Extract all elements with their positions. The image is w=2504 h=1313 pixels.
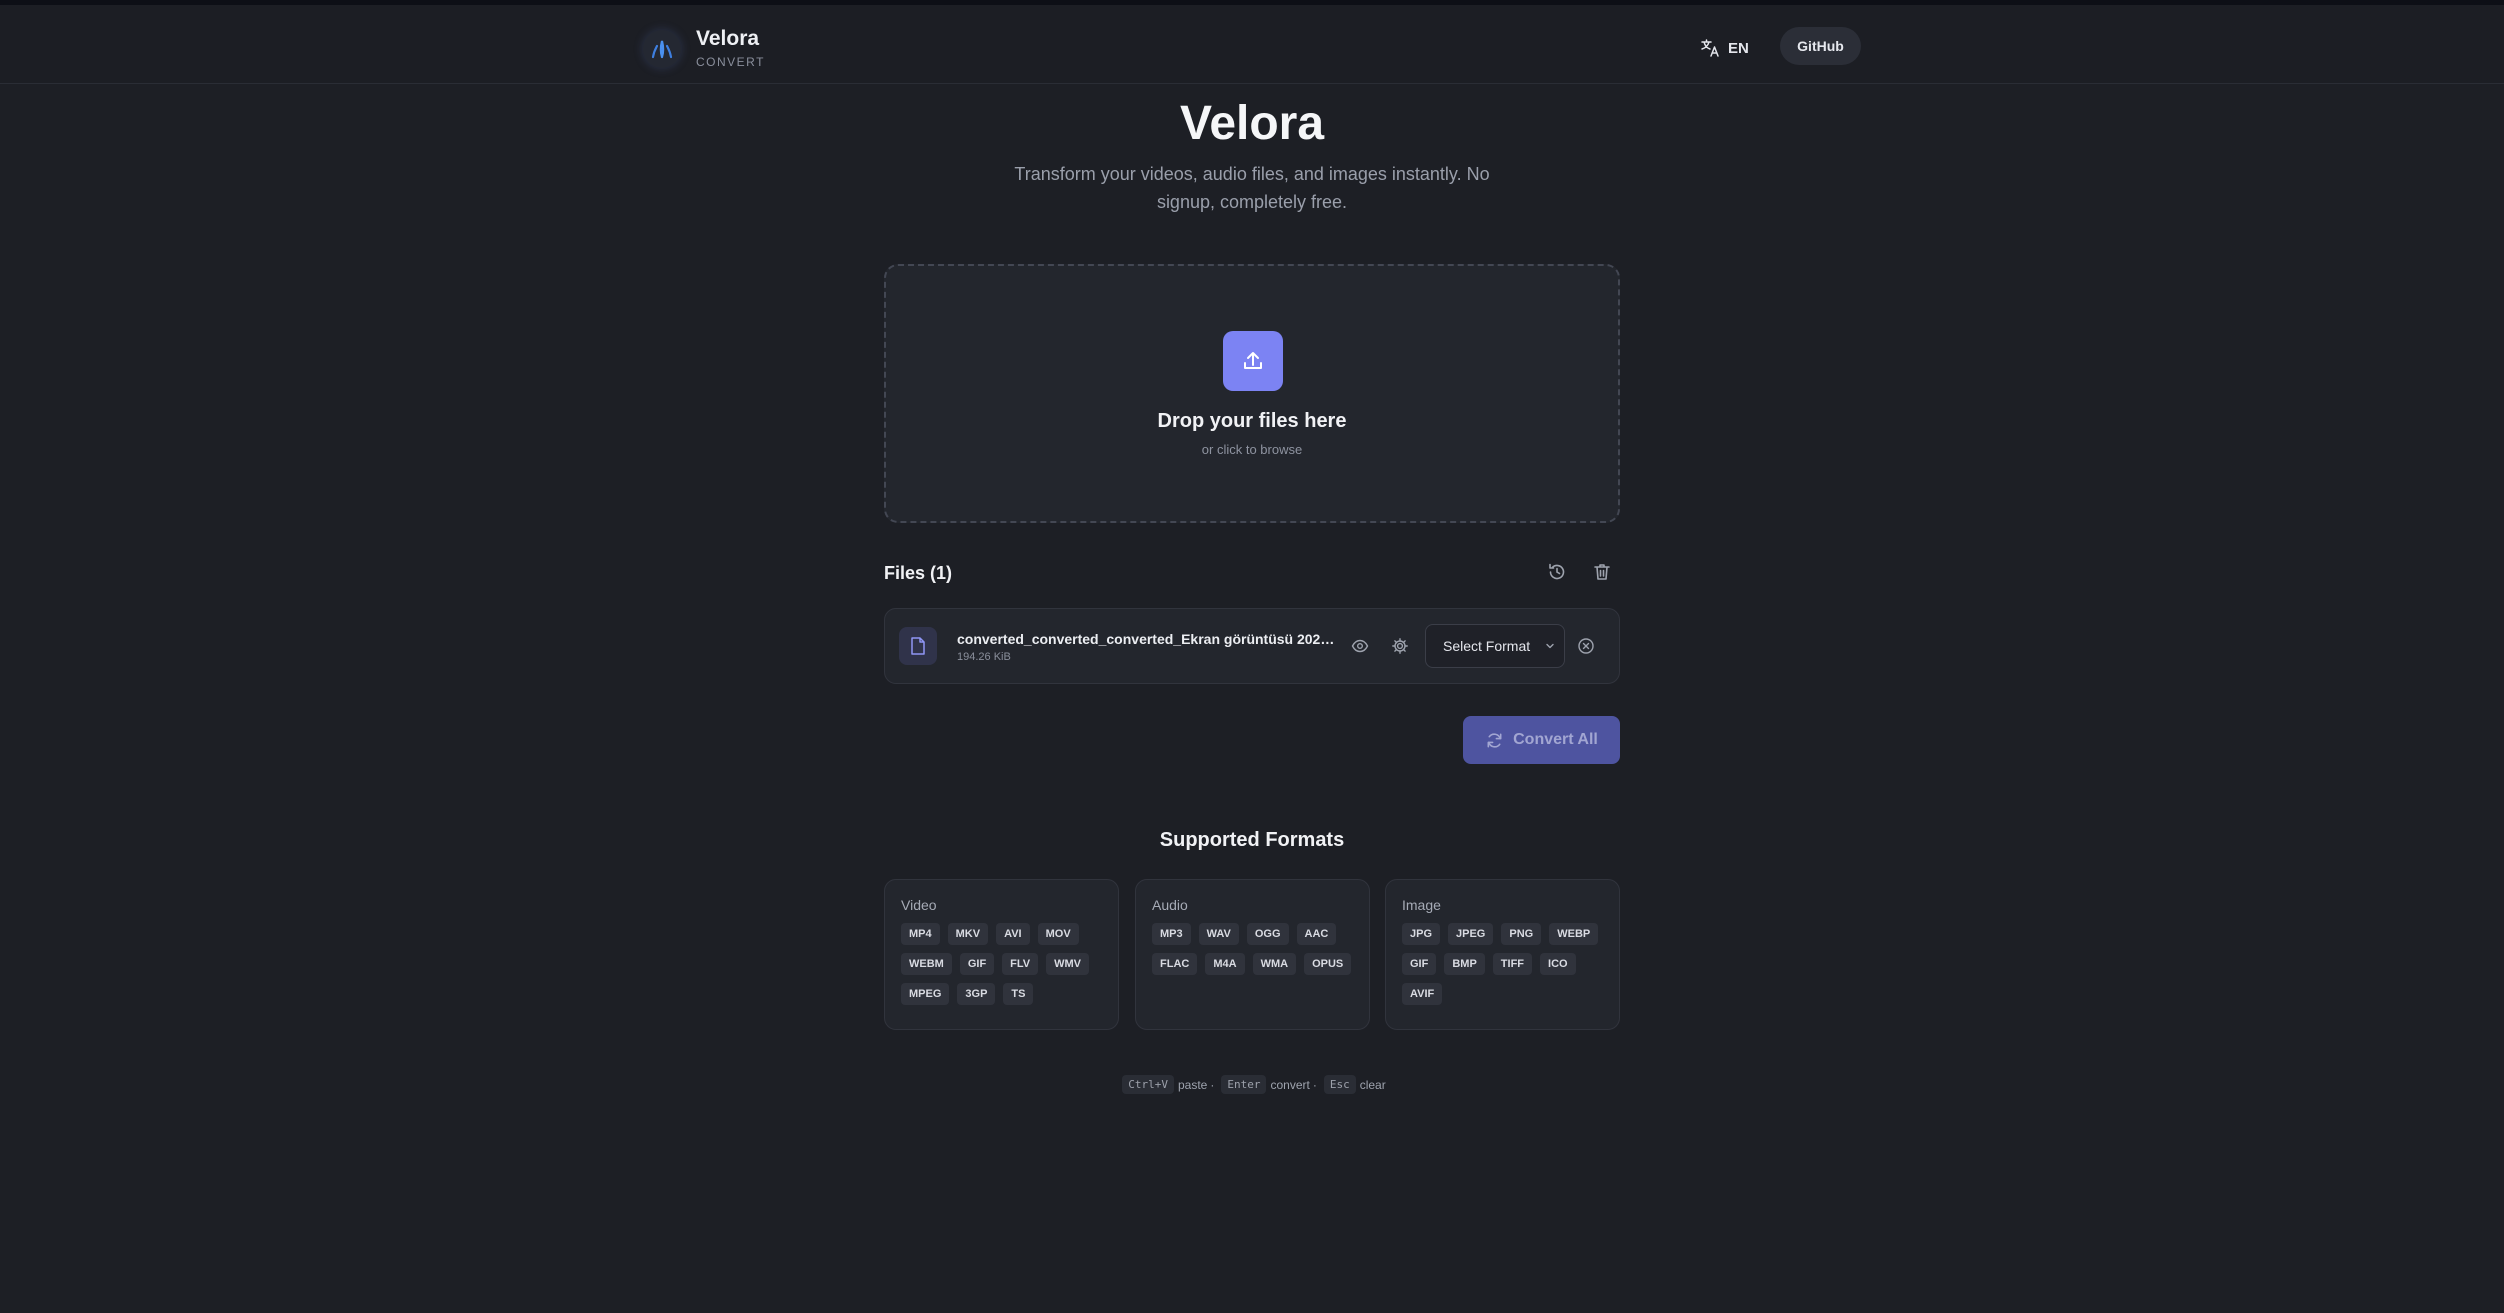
shortcut-action: clear: [1359, 1077, 1386, 1092]
format-tag: JPEG: [1448, 923, 1494, 945]
file-dropzone[interactable]: Drop your files here or click to browse: [884, 264, 1620, 523]
shortcut-separator: ·: [1312, 1077, 1317, 1092]
shortcut-key: Esc: [1323, 1075, 1356, 1094]
page-title: Velora: [1179, 97, 1325, 150]
translate-icon: [1701, 39, 1719, 57]
format-card-audio: Audio MP3 WAV OGG AAC FLAC M4A WMA OPUS: [1135, 879, 1370, 1030]
format-tag: JPG: [1402, 923, 1441, 945]
format-category-label: Audio: [1152, 897, 1188, 913]
keyboard-shortcuts: Ctrl+V paste · Enter convert · Esc clear: [0, 1075, 2504, 1094]
shortcut-key: Enter: [1221, 1075, 1267, 1094]
dropzone-subtitle: or click to browse: [1201, 442, 1303, 457]
format-category-label: Video: [901, 897, 937, 913]
format-tag: WMA: [1252, 953, 1297, 975]
format-tag: OGG: [1246, 923, 1289, 945]
format-select[interactable]: Select Format: [1425, 624, 1565, 668]
format-tag: WMV: [1046, 953, 1090, 975]
format-tag-list: MP3 WAV OGG AAC FLAC M4A WMA OPUS: [1152, 923, 1353, 975]
format-tag: GIF: [959, 953, 995, 975]
format-tag: ICO: [1540, 953, 1576, 975]
format-tag: AVIF: [1402, 983, 1443, 1005]
file-list-item: converted_converted_converted_Ekran görü…: [884, 608, 1620, 684]
language-label: EN: [1728, 39, 1749, 57]
dropzone-title: Drop your files here: [1157, 410, 1347, 432]
files-heading: Files (1): [884, 563, 953, 583]
brand[interactable]: Velora CONVERT: [696, 27, 765, 69]
format-tag: MKV: [947, 923, 989, 945]
file-size: 194.26 KiB: [957, 651, 1011, 663]
format-card-image: Image JPG JPEG PNG WEBP GIF BMP TIFF ICO AVIF: [1385, 879, 1620, 1030]
format-tag: WEBP: [1549, 923, 1599, 945]
format-tag: WAV: [1198, 923, 1239, 945]
format-tag: FLAC: [1152, 953, 1198, 975]
format-card-video: Video MP4 MKV AVI MOV WEBM GIF FLV WMV MPEG 3GP TS: [884, 879, 1119, 1030]
format-tag: MP4: [901, 923, 940, 945]
format-tag: TS: [1003, 983, 1034, 1005]
eye-icon[interactable]: [1351, 637, 1369, 655]
shortcut-action: convert: [1270, 1077, 1310, 1092]
refresh-icon: [1487, 732, 1502, 748]
page-subtitle: Transform your videos, audio files, and …: [1014, 164, 1490, 212]
convert-all-label: Convert All: [1513, 731, 1598, 748]
navbar: Velora CONVERT EN GitHub: [0, 5, 2504, 84]
close-circle-icon[interactable]: [1577, 637, 1595, 655]
format-tag: 3GP: [957, 983, 996, 1005]
file-icon: [899, 627, 937, 665]
history-icon[interactable]: [1547, 562, 1567, 582]
format-tag-list: JPG JPEG PNG WEBP GIF BMP TIFF ICO AVIF: [1402, 923, 1603, 1005]
format-tag: OPUS: [1304, 953, 1352, 975]
format-tag: TIFF: [1492, 953, 1533, 975]
supported-formats-heading: Supported Formats: [1159, 829, 1345, 851]
format-tag: WEBM: [901, 953, 952, 975]
format-tag: AVI: [996, 923, 1030, 945]
shortcut-key: Ctrl+V: [1122, 1075, 1174, 1094]
format-tag: AAC: [1296, 923, 1337, 945]
format-tag: BMP: [1444, 953, 1485, 975]
format-tag: MP3: [1152, 923, 1191, 945]
format-tag-list: MP4 MKV AVI MOV WEBM GIF FLV WMV MPEG 3GP TS: [901, 923, 1102, 1005]
gear-icon[interactable]: [1391, 637, 1409, 655]
language-selector[interactable]: EN: [1700, 38, 1749, 58]
format-tag: M4A: [1205, 953, 1245, 975]
upload-icon[interactable]: [1223, 331, 1283, 391]
shortcut-separator: ·: [1210, 1077, 1215, 1092]
chevron-down-icon: [1546, 643, 1554, 649]
convert-all-button[interactable]: Convert All: [1463, 716, 1620, 764]
format-tag: MPEG: [901, 983, 950, 1005]
format-tag: FLV: [1002, 953, 1039, 975]
format-tag: GIF: [1402, 953, 1437, 975]
format-category-label: Image: [1402, 897, 1441, 913]
format-tag: PNG: [1501, 923, 1542, 945]
format-tag: MOV: [1037, 923, 1079, 945]
trash-icon[interactable]: [1592, 562, 1612, 582]
file-name: converted_converted_converted_Ekran görü…: [957, 631, 1337, 647]
shortcut-action: paste: [1178, 1077, 1208, 1092]
brand-sub: CONVERT: [696, 55, 765, 69]
flame-logo-icon[interactable]: [643, 30, 681, 68]
brand-name: Velora: [696, 27, 760, 50]
github-button[interactable]: GitHub: [1780, 27, 1861, 65]
format-select-label: Select Format: [1443, 638, 1531, 654]
